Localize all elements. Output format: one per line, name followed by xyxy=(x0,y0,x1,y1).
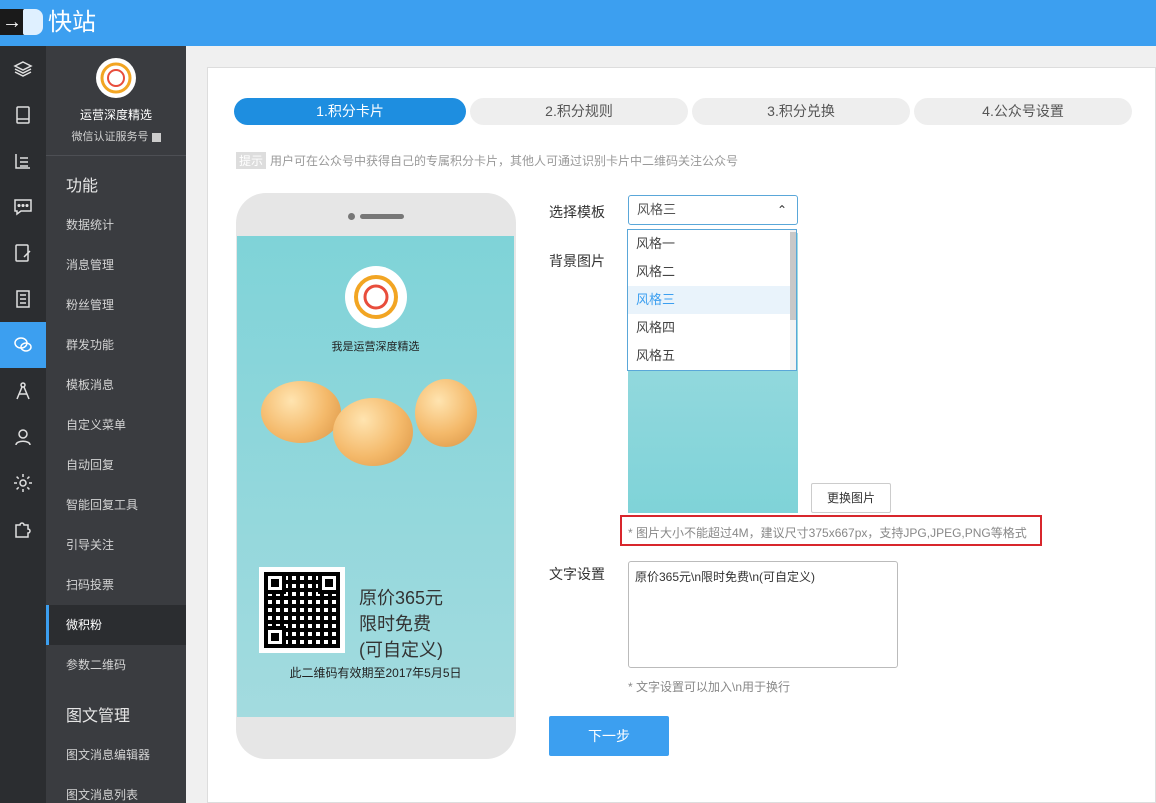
layers-icon[interactable] xyxy=(0,46,46,92)
phone-preview: 我是运营深度精选 原价365元 限时免费 (可自定义) 此二维码有效期至2017… xyxy=(236,193,516,759)
step-2[interactable]: 2.积分规则 xyxy=(470,98,688,125)
card-preview: 我是运营深度精选 原价365元 限时免费 (可自定义) 此二维码有效期至2017… xyxy=(237,236,514,717)
sidebar-item-article-editor[interactable]: 图文消息编辑器 xyxy=(46,735,186,775)
dropdown-option[interactable]: 风格三 xyxy=(628,286,796,314)
sidebar-item-scan-vote[interactable]: 扫码投票 xyxy=(46,565,186,605)
top-bar: → 快站 xyxy=(0,0,1156,46)
menu-section-features: 功能 xyxy=(66,178,99,195)
template-select[interactable]: 风格三 ⌃ xyxy=(628,195,798,225)
gear-icon[interactable] xyxy=(0,460,46,506)
dropdown-option[interactable]: 风格四 xyxy=(628,314,796,342)
template-dropdown: 风格一 风格二 风格三 风格四 风格五 xyxy=(627,229,797,371)
text-settings-input[interactable]: 原价365元\n限时免费\n(可自定义) xyxy=(628,561,898,668)
step-1[interactable]: 1.积分卡片 xyxy=(234,98,466,125)
sidebar-item-auto-reply[interactable]: 自动回复 xyxy=(46,445,186,485)
sidebar-item-broadcast[interactable]: 群发功能 xyxy=(46,325,186,365)
verified-icon xyxy=(151,132,161,142)
lemon-image xyxy=(261,381,341,443)
sidebar-item-messages[interactable]: 消息管理 xyxy=(46,245,186,285)
sidebar-item-guide-follow[interactable]: 引导关注 xyxy=(46,525,186,565)
dropdown-option[interactable]: 风格二 xyxy=(628,258,796,286)
account-logo xyxy=(345,266,407,328)
tablet-icon[interactable] xyxy=(0,92,46,138)
image-note: * 图片大小不能超过4M，建议尺寸375x667px，支持JPG,JPEG,PN… xyxy=(628,526,1027,540)
sidebar-item-custom-menu[interactable]: 自定义菜单 xyxy=(46,405,186,445)
sidebar-item-smart-reply[interactable]: 智能回复工具 xyxy=(46,485,186,525)
sidebar-item-param-qr[interactable]: 参数二维码 xyxy=(46,645,186,685)
list-tree-icon[interactable] xyxy=(0,138,46,184)
bg-label: 背景图片 xyxy=(549,253,605,269)
note-edit-icon[interactable] xyxy=(0,230,46,276)
text-label: 文字设置 xyxy=(549,566,605,582)
tip-line: 提示 用户可在公众号中获得自己的专属积分卡片，其他人可通过识别卡片中二维码关注公众… xyxy=(236,152,738,169)
dropdown-scrollbar[interactable] xyxy=(790,230,796,370)
puzzle-icon[interactable] xyxy=(0,506,46,552)
next-button[interactable]: 下一步 xyxy=(549,716,669,756)
sidebar-item-micro-points[interactable]: 微积粉 xyxy=(46,605,186,645)
account-type: 微信认证服务号 xyxy=(46,128,186,144)
document-icon[interactable] xyxy=(0,276,46,322)
lemon-image xyxy=(333,398,413,466)
card-line-3: (可自定义) xyxy=(359,640,443,660)
qr-code xyxy=(259,567,345,653)
phone-camera xyxy=(348,213,355,220)
user-icon[interactable] xyxy=(0,414,46,460)
sidebar-item-stats[interactable]: 数据统计 xyxy=(46,205,186,245)
card-account-name: 我是运营深度精选 xyxy=(331,341,420,353)
main-panel: 1.积分卡片 2.积分规则 3.积分兑换 4.公众号设置 提示 用户可在公众号中获… xyxy=(207,67,1156,803)
chat-icon[interactable] xyxy=(0,184,46,230)
icon-rail xyxy=(0,46,46,803)
app-title: 快站 xyxy=(48,9,96,36)
step-3[interactable]: 3.积分兑换 xyxy=(692,98,910,125)
step-4[interactable]: 4.公众号设置 xyxy=(914,98,1132,125)
dropdown-option[interactable]: 风格一 xyxy=(628,230,796,258)
card-line-2: 限时免费 xyxy=(359,614,431,634)
qr-expiry: 此二维码有效期至2017年5月5日 xyxy=(289,666,462,680)
compass-icon[interactable] xyxy=(0,368,46,414)
phone-speaker xyxy=(360,214,404,219)
avatar xyxy=(96,58,136,98)
sidebar-item-article-list[interactable]: 图文消息列表 xyxy=(46,775,186,803)
lemon-image xyxy=(415,379,477,447)
dropdown-option[interactable]: 风格五 xyxy=(628,342,796,370)
sidebar-item-template-msg[interactable]: 模板消息 xyxy=(46,365,186,405)
card-line-1: 原价365元 xyxy=(359,588,444,608)
sidebar-item-fans[interactable]: 粉丝管理 xyxy=(46,285,186,325)
menu-section-articles: 图文管理 xyxy=(66,708,131,725)
template-label: 选择模板 xyxy=(549,204,605,220)
change-image-button[interactable]: 更换图片 xyxy=(811,483,891,513)
chevron-up-icon: ⌃ xyxy=(776,203,787,217)
tip-text: 用户可在公众号中获得自己的专属积分卡片，其他人可通过识别卡片中二维码关注公众号 xyxy=(270,154,739,168)
sidebar: 运营深度精选 微信认证服务号 功能 数据统计 消息管理 粉丝管理 群发功能 模板… xyxy=(46,46,186,803)
app-logo-icon xyxy=(23,9,43,35)
account-name: 运营深度精选 xyxy=(79,108,152,122)
text-note: * 文字设置可以加入\n用于换行 xyxy=(628,680,791,694)
tip-badge: 提示 xyxy=(236,152,267,169)
account-card: 运营深度精选 微信认证服务号 xyxy=(46,46,186,156)
collapse-arrow-icon[interactable]: → xyxy=(0,9,24,35)
wechat-icon[interactable] xyxy=(0,322,46,368)
